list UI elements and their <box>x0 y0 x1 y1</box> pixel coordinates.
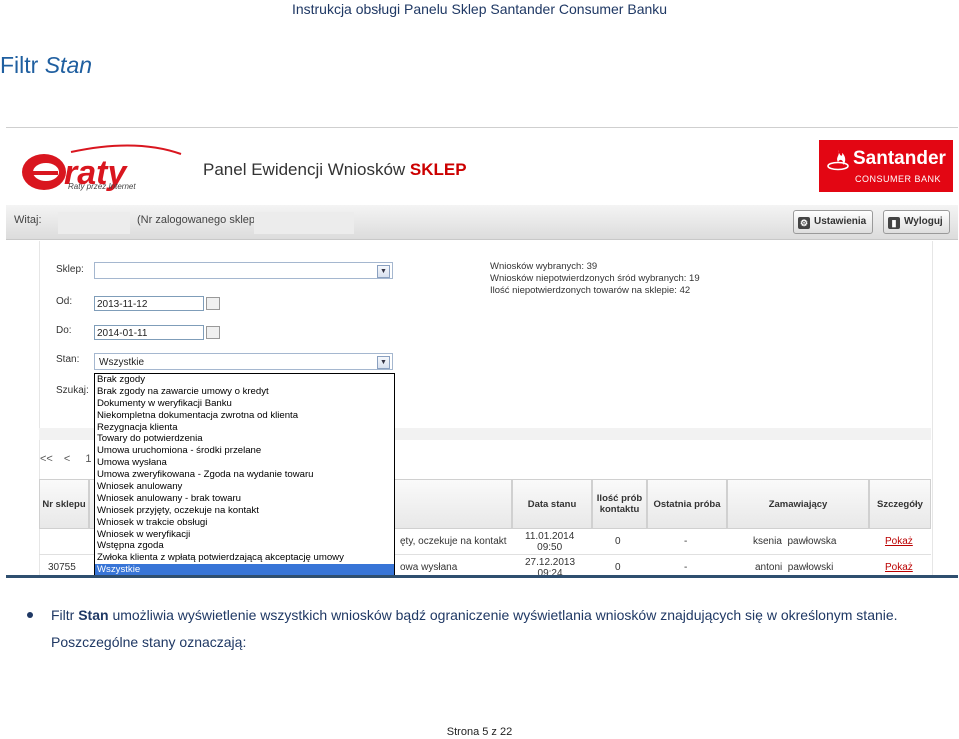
panel-title: Panel Ewidencji Wniosków SKLEP <box>203 160 467 180</box>
pager-page[interactable]: 1 <box>85 453 91 465</box>
row2-nr: 30755 <box>48 562 76 573</box>
row1-ostatnia: - <box>684 536 688 547</box>
row2-date-day: 27.12.2013 <box>525 557 576 568</box>
calendar-icon[interactable] <box>206 297 220 310</box>
bank-sub: CONSUMER BANK <box>855 174 942 184</box>
do-label: Do: <box>56 325 72 336</box>
dropdown-option[interactable]: Wniosek anulowany - brak towaru <box>95 493 394 505</box>
logout-button-label: Wyloguj <box>904 216 943 227</box>
stan-dropdown-list: Brak zgody Brak zgody na zawarcie umowy … <box>94 373 395 578</box>
page-footer: Strona 5 z 22 <box>446 726 513 738</box>
document-header: Instrukcja obsługi Panelu Sklep Santande… <box>291 1 668 17</box>
dropdown-option[interactable]: Wniosek anulowany <box>95 481 394 493</box>
dropdown-option[interactable]: Umowa zweryfikowana - Zgoda na wydanie t… <box>95 469 394 481</box>
user-name-value <box>58 212 130 234</box>
santander-logo: Santander CONSUMER BANK <box>819 140 953 192</box>
col-zamawiajacy: Zamawiający <box>727 479 869 529</box>
row2-ostatnia: - <box>684 562 688 573</box>
stats-line: Wniosków wybranych: 39 <box>490 261 598 272</box>
row1-date-day: 11.01.2014 <box>525 531 575 542</box>
panel-screenshot: raty Raty przez Internet Panel Ewidencji… <box>6 127 958 578</box>
eraty-logo: raty Raty przez Internet <box>16 140 186 200</box>
row1-date: 11.01.2014 09:50 <box>525 531 574 553</box>
pager-first[interactable]: << <box>40 453 53 465</box>
settings-button-label: Ustawienia <box>814 216 867 227</box>
logout-button[interactable]: ▮ Wyloguj <box>883 210 950 234</box>
section-title-name: Stan <box>44 52 93 78</box>
dropdown-option[interactable]: Rezygnacja klienta <box>95 422 394 434</box>
calendar-icon[interactable] <box>206 326 220 339</box>
stats-line: Ilość niepotwierdzonych towarów na sklep… <box>490 285 691 296</box>
dropdown-option[interactable]: Wniosek w weryfikacji <box>95 529 394 541</box>
col-nr-sklepu: Nr sklepu <box>39 479 89 529</box>
dropdown-option[interactable]: Towary do potwierdzenia <box>95 433 394 445</box>
do-date-input[interactable]: 2014-01-11 <box>94 325 204 340</box>
od-label: Od: <box>56 296 73 307</box>
row1-pokaz-link[interactable]: Pokaż <box>885 536 913 547</box>
col-szczegoly: Szczegóły <box>869 479 931 529</box>
row1-stan: ęty, oczekuje na kontakt <box>400 536 507 547</box>
col-ilosc-prob: Ilość prób kontaktu <box>592 479 647 529</box>
description-part2: umożliwia wyświetlenie wszystkich wniosk… <box>51 607 898 650</box>
chevron-down-icon: ▼ <box>377 356 390 369</box>
dropdown-option[interactable]: Umowa wysłana <box>95 457 394 469</box>
section-title-prefix: Filtr <box>0 52 45 78</box>
dropdown-option[interactable]: Umowa uruchomiona - środki przelane <box>95 445 394 457</box>
row1-zamawiajacy: ksenia pawłowska <box>753 536 837 547</box>
gear-icon: ⚙ <box>798 217 810 229</box>
row2-zamawiajacy: antoni pawłowski <box>755 562 834 573</box>
dropdown-option[interactable]: Zwłoka klienta z wpłatą potwierdzającą a… <box>95 552 394 564</box>
stan-select-value: Wszystkie <box>99 357 144 368</box>
user-bar: Witaj: (Nr zalogowanego sklepu: ⚙ Ustawie… <box>6 205 958 240</box>
row2-pokaz-link[interactable]: Pokaż <box>885 562 913 573</box>
row1-date-time: 09:50 <box>537 542 563 553</box>
witaj-label: Witaj: <box>14 214 42 226</box>
dropdown-option[interactable]: Dokumenty w weryfikacji Banku <box>95 398 394 410</box>
flame-icon <box>827 150 849 171</box>
sklep-label: Sklep: <box>56 264 84 275</box>
panel-title-text: Panel Ewidencji Wniosków <box>203 160 410 179</box>
pager: << < 1 <box>40 453 92 465</box>
stats-box: Wniosków wybranych: 39 Wniosków niepotwi… <box>490 261 700 297</box>
description-text: Filtr Stan umożliwia wyświetlenie wszyst… <box>30 602 958 656</box>
col-ostatnia-proba: Ostatnia próba <box>647 479 727 529</box>
shop-label: (Nr zalogowanego sklepu: <box>137 214 265 226</box>
settings-button[interactable]: ⚙ Ustawienia <box>793 210 874 234</box>
screenshot-bottom-border <box>6 575 958 578</box>
logout-icon: ▮ <box>888 217 900 229</box>
dropdown-option[interactable]: Niekompletna dokumentacja zwrotna od kli… <box>95 410 394 422</box>
stats-line: Wniosków niepotwierdzonych śród wybranyc… <box>490 273 700 284</box>
shop-number-value <box>254 212 354 234</box>
description-part1: Filtr <box>51 607 79 623</box>
stan-select[interactable]: Wszystkie ▼ <box>94 353 393 370</box>
dropdown-option[interactable]: Brak zgody <box>95 374 394 386</box>
stan-label: Stan: <box>56 354 80 365</box>
chevron-down-icon: ▼ <box>377 265 390 278</box>
description-paragraph: Filtr Stan umożliwia wyświetlenie wszyst… <box>30 602 958 656</box>
pager-prev[interactable]: < <box>64 453 70 465</box>
col-data-stanu: Data stanu <box>512 479 592 529</box>
dropdown-option[interactable]: Wstępna zgoda <box>95 540 394 552</box>
sklep-select[interactable]: ▼ <box>94 262 393 279</box>
dropdown-option[interactable]: Wniosek w trakcie obsługi <box>95 517 394 529</box>
szukaj-label: Szukaj: <box>56 385 89 396</box>
section-title: Filtr Stan <box>0 52 92 79</box>
dropdown-option[interactable]: Wniosek przyjęty, oczekuje na kontakt <box>95 505 394 517</box>
eraty-tagline: Raty przez Internet <box>68 182 136 191</box>
panel-title-highlight: SKLEP <box>409 160 467 179</box>
row1-ilosc: 0 <box>615 536 621 547</box>
description-bold: Stan <box>78 607 109 623</box>
bank-name: Santander <box>853 148 946 169</box>
row2-stan: owa wysłana <box>400 562 458 573</box>
row2-ilosc: 0 <box>615 562 621 573</box>
od-date-input[interactable]: 2013-11-12 <box>94 296 204 311</box>
dropdown-option[interactable]: Brak zgody na zawarcie umowy o kredyt <box>95 386 394 398</box>
